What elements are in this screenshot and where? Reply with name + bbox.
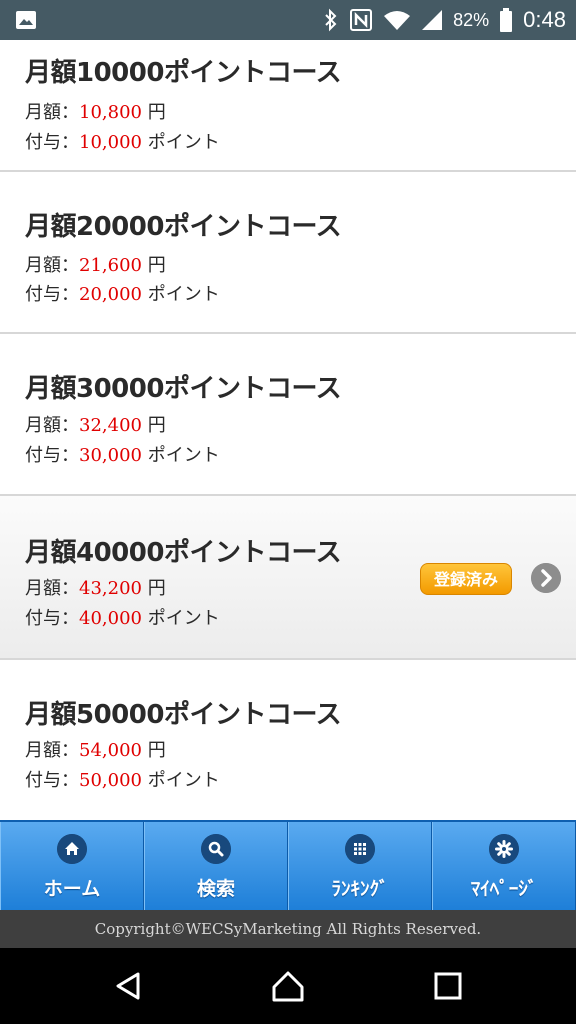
back-icon[interactable]: [110, 968, 146, 1004]
chevron-right-icon[interactable]: [531, 563, 561, 593]
course-points: 付与：30,000 ポイント: [25, 445, 220, 466]
course-item-registered[interactable]: 月額40000ポイントコース 月額：43,200 円 付与：40,000 ポイン…: [0, 496, 576, 660]
battery-icon: [500, 8, 513, 32]
gear-icon: [489, 834, 519, 864]
nav-home-label: ホーム: [43, 878, 101, 900]
course-price: 月額：10,800 円: [25, 102, 166, 123]
bottom-nav: ホーム 検索 ﾗﾝｷﾝｸﾞ ﾏｲﾍﾟｰｼﾞ: [0, 820, 576, 910]
course-item[interactable]: 月額50000ポイントコース 月額：54,000 円 付与：50,000 ポイン…: [0, 660, 576, 820]
home-icon: [57, 834, 87, 864]
course-points: 付与：20,000 ポイント: [25, 284, 220, 305]
course-item[interactable]: 月額20000ポイントコース 月額：21,600 円 付与：20,000 ポイン…: [0, 172, 576, 334]
nfc-icon: [350, 9, 373, 31]
course-title: 月額40000ポイントコース: [25, 538, 342, 568]
system-nav-bar: [0, 948, 576, 1024]
search-icon: [201, 834, 231, 864]
course-price: 月額：21,600 円: [25, 255, 166, 276]
course-points: 付与：40,000 ポイント: [25, 608, 220, 629]
course-list: 月額10000ポイントコース 月額：10,800 円 付与：10,000 ポイン…: [0, 40, 576, 820]
signal-icon: [422, 10, 443, 30]
battery-percent: 82%: [453, 9, 490, 30]
course-title: 月額30000ポイントコース: [25, 374, 342, 404]
nav-mypage[interactable]: ﾏｲﾍﾟｰｼﾞ: [432, 822, 576, 910]
course-title: 月額10000ポイントコース: [25, 58, 342, 88]
nav-ranking[interactable]: ﾗﾝｷﾝｸﾞ: [288, 822, 432, 910]
registered-badge: 登録済み: [420, 563, 512, 595]
image-icon: [16, 11, 36, 29]
grid-icon: [345, 834, 375, 864]
course-title: 月額20000ポイントコース: [25, 212, 342, 242]
course-item[interactable]: 月額30000ポイントコース 月額：32,400 円 付与：30,000 ポイン…: [0, 334, 576, 496]
nav-search-label: 検索: [196, 878, 235, 900]
bluetooth-icon: [325, 8, 337, 32]
course-price: 月額：54,000 円: [25, 740, 166, 761]
clock: 0:48: [523, 7, 566, 32]
course-price: 月額：32,400 円: [25, 415, 166, 436]
copyright-footer: Copyright©WECSyMarketing All Rights Rese…: [0, 910, 576, 948]
status-bar: 82% 0:48: [0, 0, 576, 40]
course-price: 月額：43,200 円: [25, 578, 166, 599]
wifi-icon: [384, 11, 411, 30]
home-button-icon[interactable]: [270, 968, 306, 1004]
course-points: 付与：10,000 ポイント: [25, 132, 220, 153]
course-points: 付与：50,000 ポイント: [25, 770, 220, 791]
course-item[interactable]: 月額10000ポイントコース 月額：10,800 円 付与：10,000 ポイン…: [0, 40, 576, 172]
course-title: 月額50000ポイントコース: [25, 700, 342, 730]
nav-ranking-label: ﾗﾝｷﾝｸﾞ: [331, 878, 389, 900]
nav-home[interactable]: ホーム: [0, 822, 144, 910]
recents-icon[interactable]: [430, 968, 466, 1004]
nav-search[interactable]: 検索: [144, 822, 288, 910]
nav-mypage-label: ﾏｲﾍﾟｰｼﾞ: [470, 878, 538, 900]
